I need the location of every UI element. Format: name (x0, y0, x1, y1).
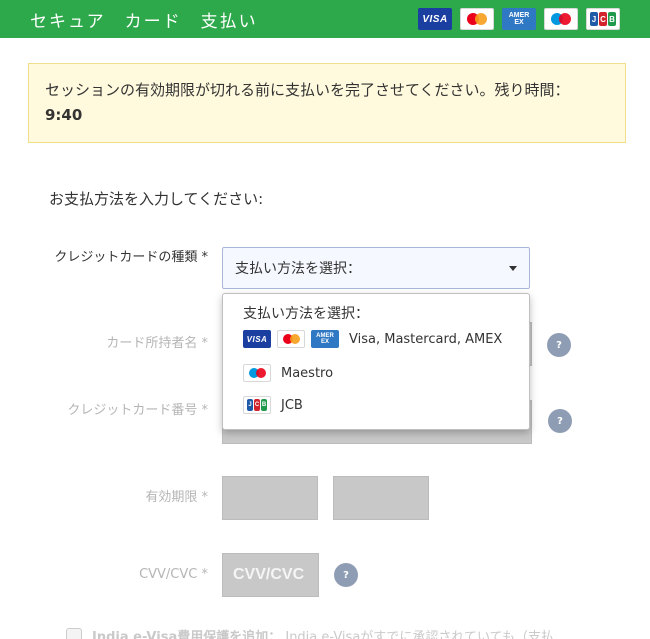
expiry-year-input[interactable] (333, 476, 429, 520)
page-title: セキュア カード 支払い (30, 12, 258, 32)
mastercard-logo-icon (277, 330, 305, 348)
expiry-month-input[interactable] (222, 476, 318, 520)
option-label: Visa, Mastercard, AMEX (349, 331, 503, 347)
card-type-value: 支払い方法を選択： (235, 261, 361, 277)
cardholder-help-icon[interactable]: ? (547, 333, 571, 357)
card-logos: VISA AMER EX JCB (418, 8, 620, 30)
maestro-logo-icon (544, 8, 578, 30)
caret-down-icon (509, 266, 517, 271)
dropdown-option-maestro[interactable]: Maestro (243, 364, 333, 382)
amex-logo-icon: AMER EX (502, 8, 536, 30)
option-label: Maestro (281, 365, 334, 381)
mastercard-logo-icon (460, 8, 494, 30)
dropdown-option-jcb[interactable]: JCB JCB (243, 396, 303, 414)
maestro-logo-icon (243, 364, 271, 382)
jcb-logo-icon: JCB (586, 8, 620, 30)
countdown-timer: 9:40 (45, 106, 83, 124)
visa-protection-text: India e-Visa費用保護を追加： India e-Visaがすでに承認さ… (92, 630, 554, 639)
cvv-label: CVV/CVC * (139, 567, 208, 582)
card-number-label: クレジットカード番号 * (67, 403, 208, 418)
warning-text: セッションの有効期限が切れる前に支払いを完了させてください。残り時間： (45, 81, 570, 99)
cvv-help-icon[interactable]: ? (334, 563, 358, 587)
jcb-logo-icon: JCB (243, 396, 271, 414)
section-title: お支払方法を入力してください: (49, 190, 264, 208)
card-type-dropdown: 支払い方法を選択： VISA AMER EX Visa, Mastercard, … (222, 293, 530, 430)
cvv-placeholder: CVV/CVC (233, 566, 305, 583)
card-type-label: クレジットカードの種類 * (54, 250, 208, 265)
visa-logo-icon: VISA (418, 8, 452, 30)
dropdown-option-visa-mc-amex[interactable]: VISA AMER EX Visa, Mastercard, AMEX (243, 330, 502, 348)
card-type-select[interactable]: 支払い方法を選択： (222, 247, 530, 289)
header-bar: セキュア カード 支払い VISA AMER EX JCB (0, 0, 650, 38)
cvv-input[interactable]: CVV/CVC (222, 553, 319, 597)
session-warning: セッションの有効期限が切れる前に支払いを完了させてください。残り時間： 9:40 (28, 63, 626, 143)
card-number-help-icon[interactable]: ? (548, 409, 572, 433)
visa-logo-icon: VISA (243, 330, 271, 348)
amex-logo-icon: AMER EX (311, 330, 339, 348)
visa-protection-checkbox[interactable] (66, 628, 82, 639)
option-label: JCB (281, 397, 303, 413)
cardholder-label: カード所持者名 * (106, 336, 208, 351)
expiry-label: 有効期限 * (145, 490, 208, 505)
dropdown-header: 支払い方法を選択： (243, 306, 369, 322)
